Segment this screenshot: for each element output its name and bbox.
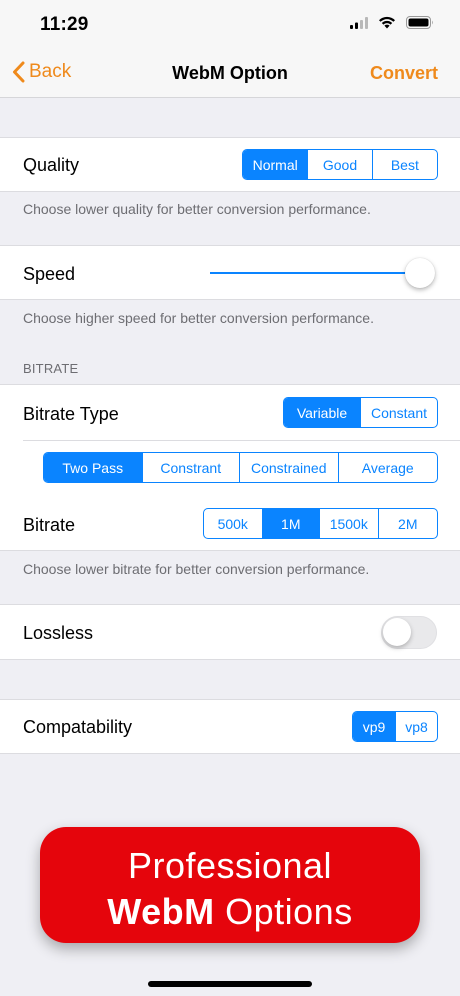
bitrate-type-label: Bitrate Type: [23, 404, 119, 424]
speed-row: Speed: [0, 245, 460, 300]
promo-banner: Professional WebM Options: [40, 827, 420, 943]
bitrate-mode-segmented-control: Two Pass Constrant Constrained Average: [43, 452, 438, 483]
bitrate-option-1m[interactable]: 1M: [261, 509, 320, 538]
convert-button[interactable]: Convert: [370, 63, 438, 84]
bitrate-mode-option-two-pass[interactable]: Two Pass: [44, 453, 142, 482]
bitrate-mode-option-constrained[interactable]: Constrained: [239, 453, 338, 482]
promo-line2: WebM Options: [40, 891, 420, 933]
battery-icon: [406, 16, 433, 29]
toggle-knob: [383, 618, 411, 646]
promo-line1: Professional: [127, 845, 333, 886]
promo-line2-bold: WebM: [107, 891, 215, 932]
bitrate-type-option-constant[interactable]: Constant: [360, 398, 437, 427]
speed-slider-track[interactable]: [210, 272, 420, 274]
bitrate-option-1500k[interactable]: 1500k: [319, 509, 378, 538]
speed-label: Speed: [23, 264, 76, 284]
compatability-label: Compatability: [23, 717, 133, 737]
bitrate-section: Bitrate Type Variable Constant Two Pass …: [0, 384, 460, 551]
promo-line2-rest: Options: [214, 891, 353, 932]
bitrate-mode-option-constrant[interactable]: Constrant: [141, 453, 240, 482]
wifi-icon: [379, 16, 395, 29]
compatability-row: Compatability vp9 vp8: [0, 699, 460, 754]
status-time: 11:29: [40, 14, 89, 35]
bitrate-mode-option-average[interactable]: Average: [337, 453, 438, 482]
quality-row: Quality Normal Good Best: [0, 137, 460, 192]
bitrate-segmented-control: 500k 1M 1500k 2M: [203, 508, 438, 539]
status-bar: 11:29: [0, 0, 460, 50]
compatability-option-vp9[interactable]: vp9: [353, 712, 395, 741]
bitrate-label: Bitrate: [23, 515, 76, 535]
home-indicator: [148, 981, 312, 987]
speed-slider-thumb[interactable]: [405, 258, 435, 288]
status-icons: [350, 16, 434, 29]
quality-segmented-control: Normal Good Best: [242, 149, 438, 180]
bitrate-option-2m[interactable]: 2M: [377, 509, 437, 538]
bitrate-type-segmented-control: Variable Constant: [283, 397, 438, 428]
lossless-row: Lossless: [0, 604, 460, 660]
lossless-toggle[interactable]: [381, 616, 437, 649]
compatability-segmented-control: vp9 vp8: [352, 711, 438, 742]
quality-option-normal[interactable]: Normal: [243, 150, 308, 179]
bitrate-option-500k[interactable]: 500k: [204, 509, 262, 538]
bitrate-type-option-variable[interactable]: Variable: [284, 398, 360, 427]
speed-footer: Choose higher speed for better conversio…: [23, 310, 374, 326]
compatability-option-vp8[interactable]: vp8: [394, 712, 437, 741]
lossless-label: Lossless: [23, 623, 94, 643]
bitrate-footer: Choose lower bitrate for better conversi…: [23, 561, 370, 577]
quality-option-best[interactable]: Best: [371, 150, 437, 179]
signal-icon: [350, 16, 368, 29]
bitrate-section-header: BITRATE: [23, 361, 79, 376]
row-separator: [23, 440, 460, 441]
quality-footer: Choose lower quality for better conversi…: [23, 201, 371, 217]
quality-option-good[interactable]: Good: [307, 150, 371, 179]
navigation-bar: Back WebM Option Convert: [0, 50, 460, 98]
quality-label: Quality: [23, 155, 80, 175]
